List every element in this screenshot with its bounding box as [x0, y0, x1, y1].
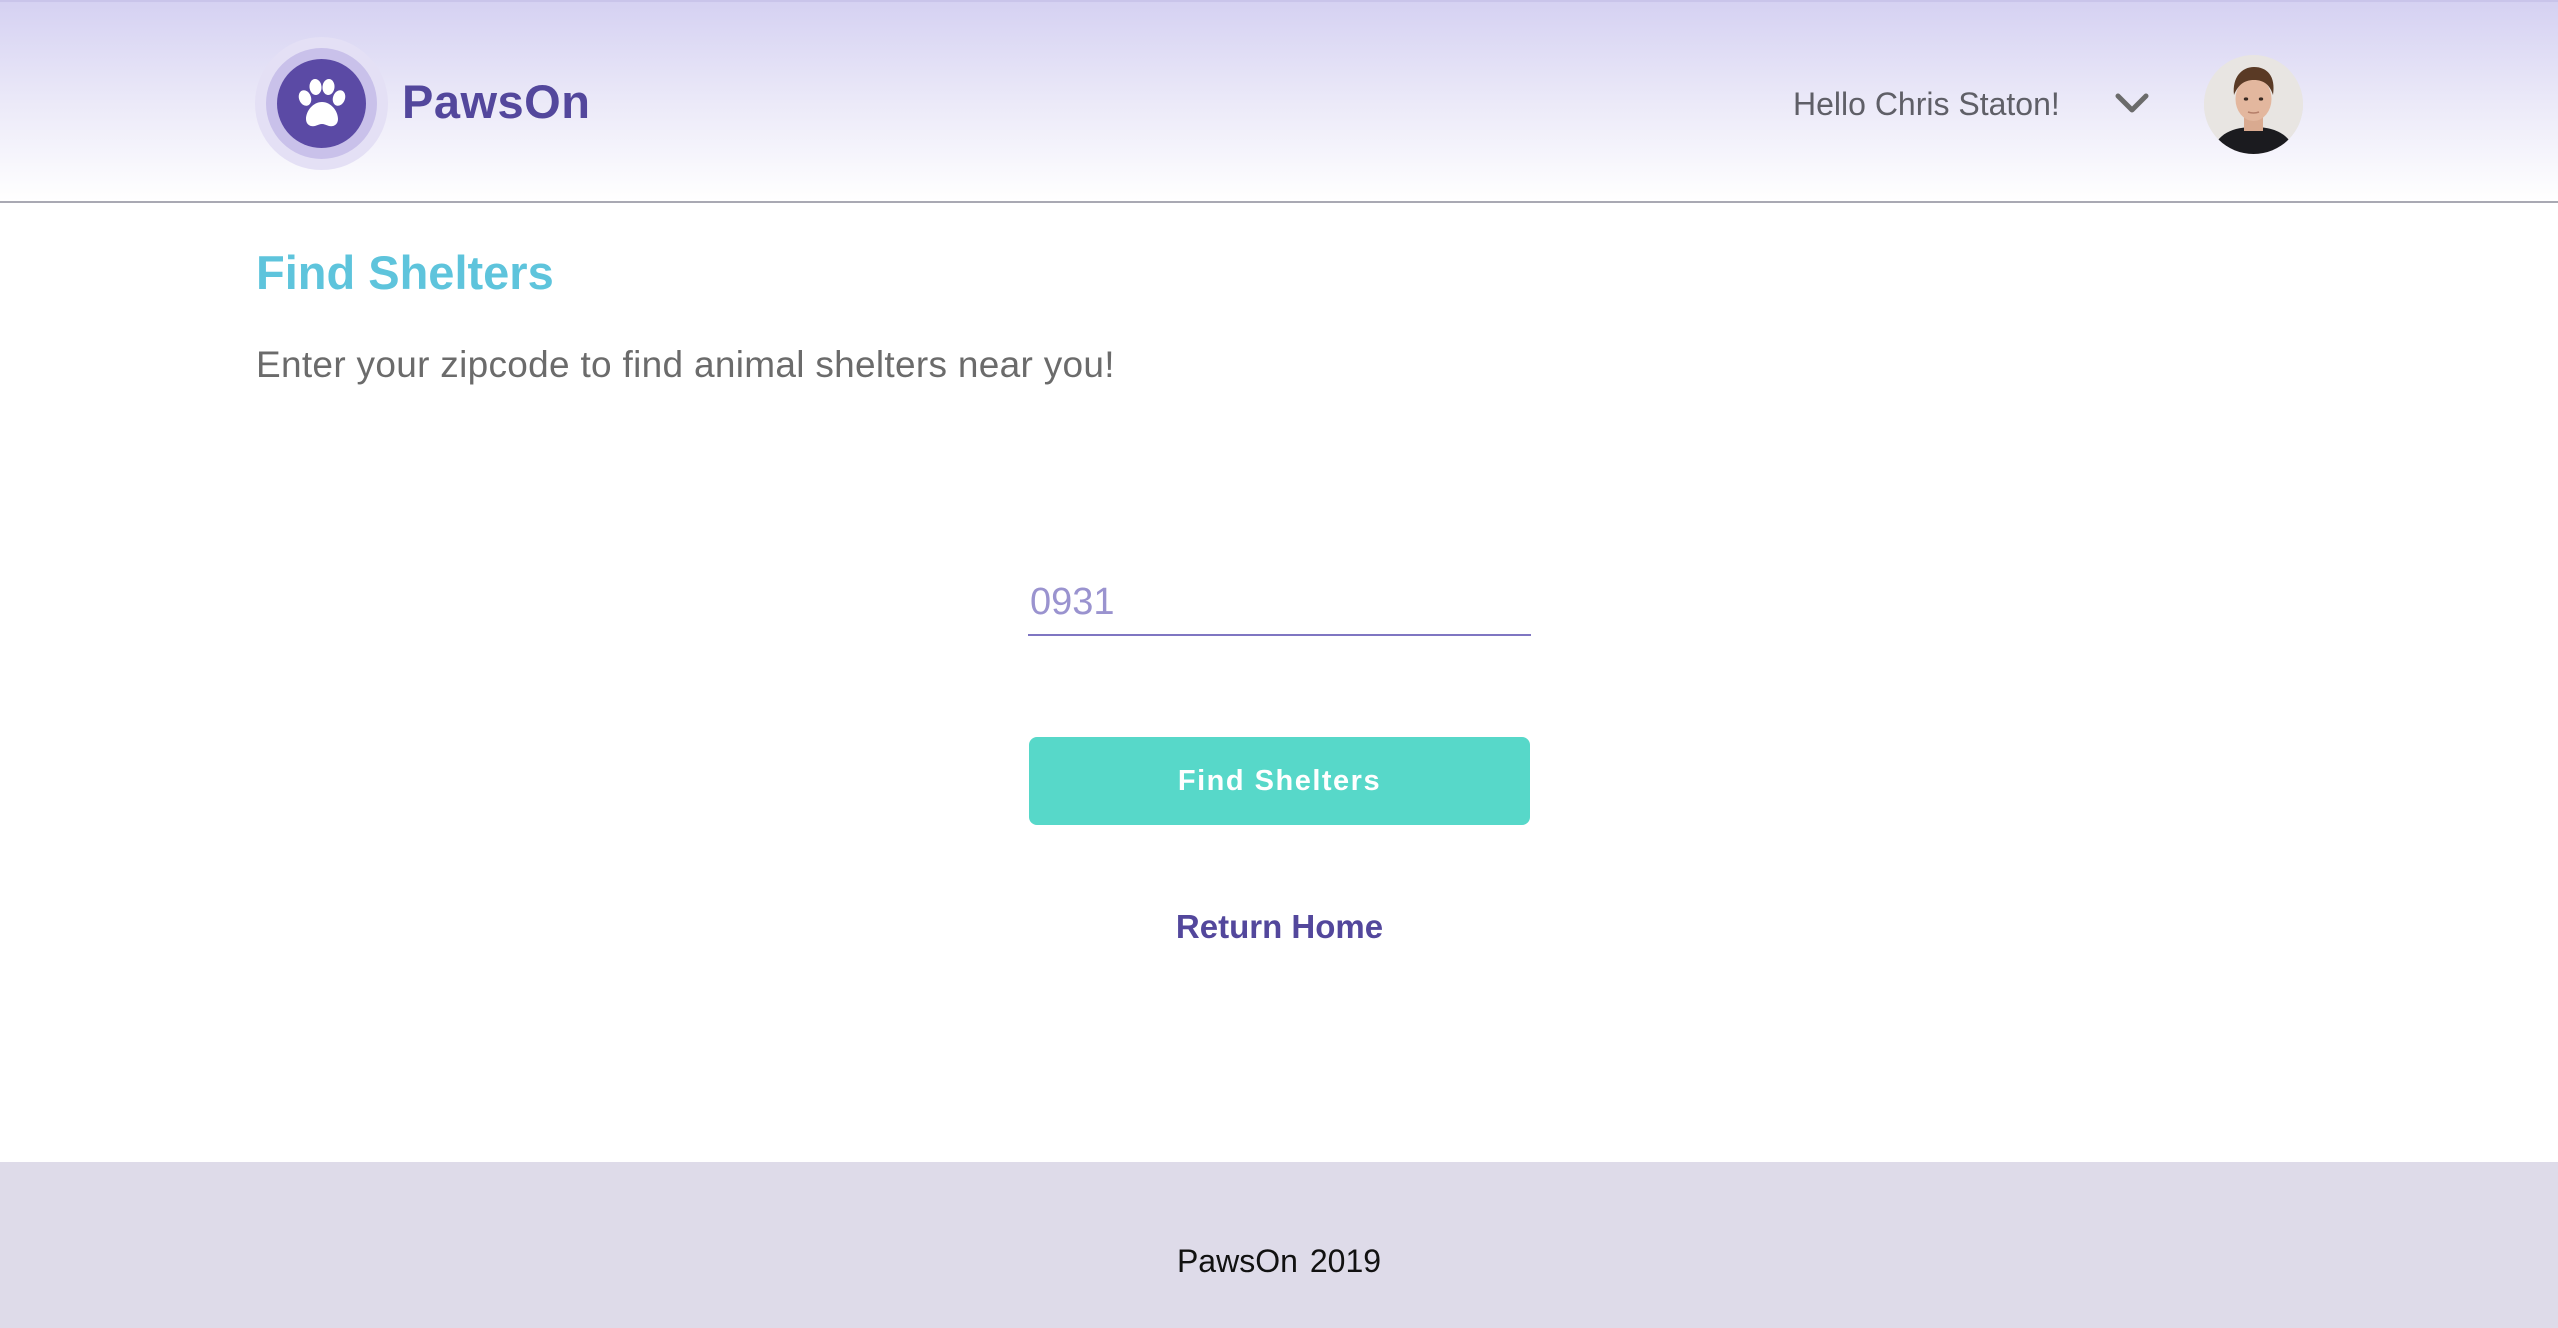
account-menu-toggle[interactable]	[2108, 86, 2156, 122]
find-shelters-button[interactable]: Find Shelters	[1029, 737, 1530, 825]
avatar-portrait	[2204, 55, 2303, 154]
user-greeting: Hello Chris Staton!	[1793, 86, 2060, 122]
chevron-down-icon	[2115, 93, 2149, 113]
user-avatar[interactable]	[2204, 55, 2303, 154]
logo[interactable]	[277, 59, 366, 148]
paw-icon	[298, 78, 345, 126]
zipcode-input[interactable]	[1028, 570, 1531, 636]
footer-year: 2019	[1309, 1243, 1382, 1279]
page-title: Find Shelters	[256, 246, 554, 299]
footer-brand: PawsOn	[1176, 1243, 1298, 1279]
return-home-link[interactable]: Return Home	[1029, 908, 1530, 946]
top-header: PawsOn Hello Chris Staton!	[0, 0, 2558, 203]
brand-name[interactable]: PawsOn	[402, 74, 590, 129]
page-subtitle: Enter your zipcode to find animal shelte…	[256, 344, 1115, 385]
page: PawsOn Hello Chris Staton! Find Shelters…	[0, 0, 2558, 1328]
footer-text: PawsOn 2019	[0, 1243, 2558, 1280]
